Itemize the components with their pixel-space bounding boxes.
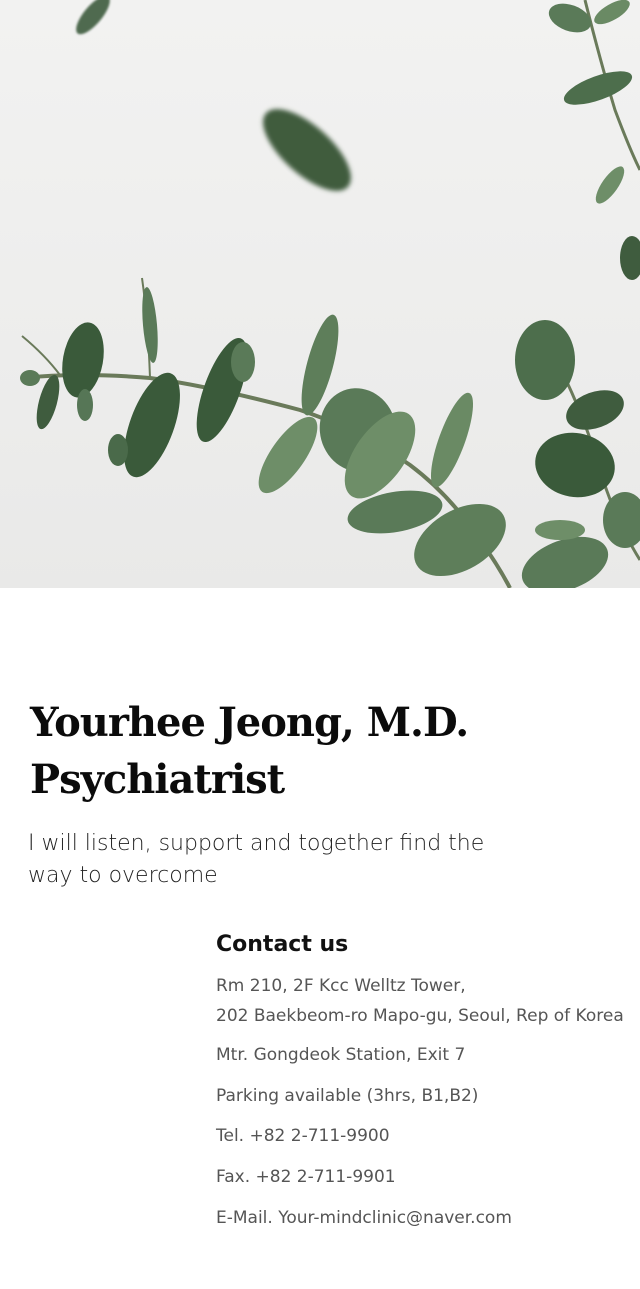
- metro-info: Mtr. Gongdeok Station, Exit 7: [216, 1045, 466, 1065]
- hero-image: [0, 0, 640, 588]
- tagline: I will listen, support and together find…: [28, 831, 485, 888]
- email-link[interactable]: E-Mail. Your-mindclinic@naver.com: [216, 1208, 512, 1228]
- eucalyptus-illustration: [20, 0, 640, 588]
- parking-info: Parking available (3hrs, B1,B2): [216, 1086, 479, 1106]
- title-line: Psychiatrist: [30, 756, 285, 803]
- doctor-name: Yourhee Jeong, M.D. Psychiatrist: [30, 694, 630, 808]
- contact-heading: Contact us: [216, 932, 349, 957]
- phone-number[interactable]: Tel. +82 2-711-9900: [216, 1126, 390, 1146]
- name-line1: Yourhee Jeong, M.D.: [30, 699, 469, 746]
- address-line-2: 202 Baekbeom-ro Mapo-gu, Seoul, Rep of K…: [216, 1006, 624, 1026]
- fax-number: Fax. +82 2-711-9901: [216, 1167, 396, 1187]
- address-line-1: Rm 210, 2F Kcc Welltz Tower,: [216, 976, 466, 996]
